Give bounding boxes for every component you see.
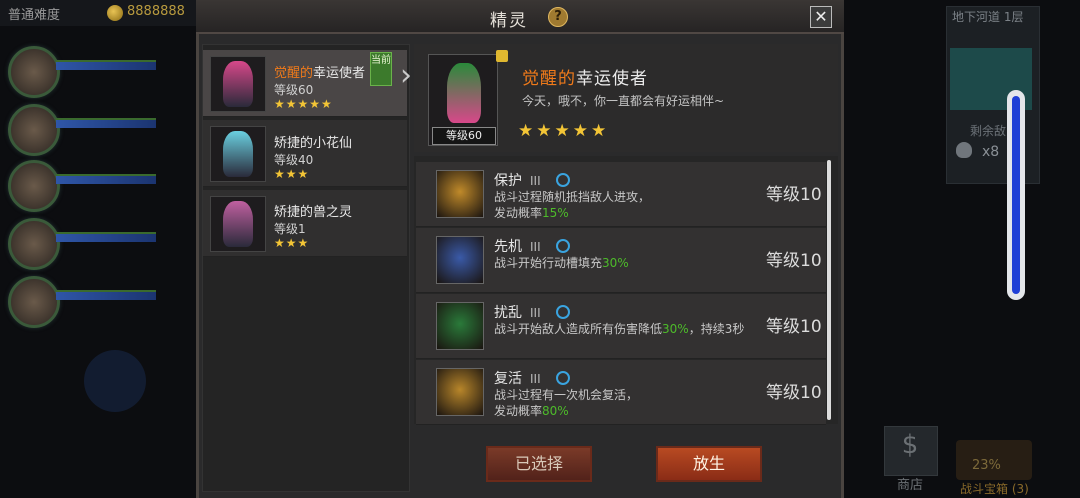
skill-description: 战斗开始行动槽填充30%: [494, 256, 629, 270]
sprite-stars-3: ★★★: [274, 236, 310, 250]
hero-portrait-2[interactable]: [8, 104, 60, 156]
skill-description: 战斗开始敌人造成所有伤害降低30%，持续3秒: [494, 322, 745, 336]
dollar-icon: $: [901, 430, 919, 460]
sprite-thumbnail-3: [210, 196, 266, 252]
portrait-level-badge: 等级60: [432, 127, 496, 145]
sprite-name-1: 觉醒的幸运使者: [274, 66, 366, 81]
remaining-enemies-count: x8: [982, 144, 1000, 160]
remaining-enemies-label: 剩余敌: [970, 124, 1007, 138]
detail-description: 今天，哦不，你一直都会有好运相伴~: [522, 94, 725, 108]
sprite-name-2: 矫捷的小花仙: [274, 136, 353, 151]
skull-icon: [956, 142, 972, 158]
sprite-level-2: 等级40: [274, 153, 314, 167]
side-scrollbar-thumb[interactable]: [1012, 96, 1020, 294]
shop-label: 商店: [896, 478, 923, 493]
refresh-icon[interactable]: [556, 305, 570, 319]
refresh-icon[interactable]: [556, 239, 570, 253]
skill-description: 战斗过程随机抵挡敌人进攻， 发动概率15%: [494, 190, 651, 220]
skill-description: 战斗过程有一次机会复活， 发动概率80%: [494, 388, 639, 418]
skill-level: 等级10: [766, 383, 822, 403]
skill-icon: [436, 302, 484, 350]
skill-name: 扰乱 III: [494, 305, 541, 321]
coin-icon: [107, 5, 123, 21]
current-tag: 当前: [370, 52, 392, 86]
selected-button[interactable]: 已选择: [486, 446, 592, 482]
skill-level: 等级10: [766, 251, 822, 271]
hero-hp-bar-5: [56, 290, 156, 300]
sprite-level-1: 等级60: [274, 83, 314, 97]
hero-hp-bar-3: [56, 174, 156, 184]
skill-icon: [436, 236, 484, 284]
floor-label: 地下河道 1层: [952, 10, 1024, 24]
detail-name: 觉醒的幸运使者: [522, 69, 648, 89]
chest-label: 战斗宝箱 (3): [960, 482, 1029, 496]
skill-name: 先机 III: [494, 239, 541, 255]
skill-list-scrollbar[interactable]: [827, 160, 831, 420]
sprite-thumbnail-2: [210, 126, 266, 182]
chest-progress: 23%: [972, 458, 1001, 473]
skill-icon: [436, 368, 484, 416]
help-icon[interactable]: ?: [548, 7, 568, 27]
skill-level: 等级10: [766, 185, 822, 205]
hero-portrait-4[interactable]: [8, 218, 60, 270]
hero-hp-bar-4: [56, 232, 156, 242]
hero-portrait-3[interactable]: [8, 160, 60, 212]
difficulty-label: 普通难度: [8, 8, 61, 23]
refresh-icon[interactable]: [556, 371, 570, 385]
sprite-stars-2: ★★★: [274, 167, 310, 181]
skill-level: 等级10: [766, 317, 822, 337]
dialog-title: 精灵: [490, 11, 528, 31]
refresh-icon[interactable]: [556, 173, 570, 187]
skill-name: 保护 III: [494, 173, 541, 189]
lock-icon[interactable]: [496, 50, 508, 62]
hero-portrait-5[interactable]: [8, 276, 60, 328]
hero-portrait-1[interactable]: [8, 46, 60, 98]
sprite-stars-1: ★★★★★: [274, 97, 333, 111]
detail-stars: ★★★★★: [518, 121, 610, 141]
skill-icon: [436, 170, 484, 218]
hero-hp-bar-2: [56, 118, 156, 128]
sprite-thumbnail-1: [210, 56, 266, 112]
hero-hp-bar-1: [56, 60, 156, 70]
skill-name: 复活 III: [494, 371, 541, 387]
coin-count: 8888888: [127, 4, 185, 19]
sprite-name-3: 矫捷的兽之灵: [274, 205, 353, 220]
joystick[interactable]: [84, 350, 146, 412]
chevron-right-icon: ›: [400, 58, 412, 93]
release-button[interactable]: 放生: [656, 446, 762, 482]
close-button[interactable]: ✕: [810, 6, 832, 28]
sprite-level-3: 等级1: [274, 222, 306, 236]
